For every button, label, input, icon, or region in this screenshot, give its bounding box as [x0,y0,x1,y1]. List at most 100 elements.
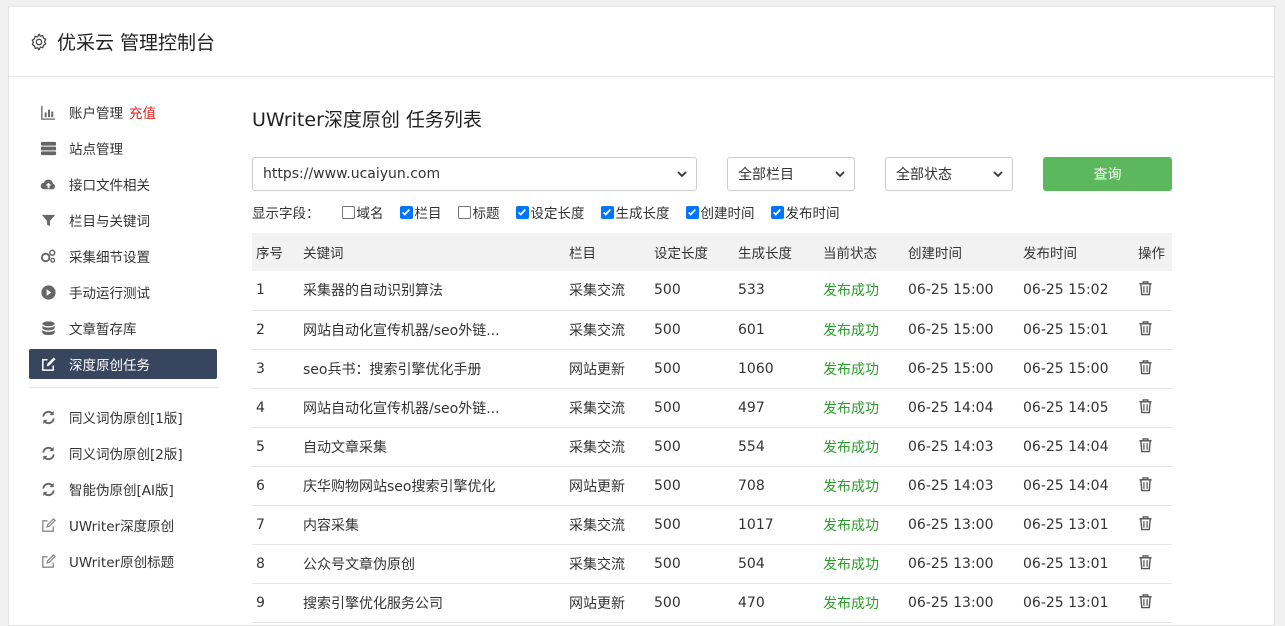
table-cell: 06-25 14:04 [904,388,1019,428]
sidebar-item-main-5[interactable]: 手动运行测试 [29,277,217,307]
table-cell: 9 [252,583,299,623]
field-checkbox-label: 创建时间 [700,206,755,222]
table-cell: 500 [650,505,734,545]
sidebar-item-tools-2[interactable]: 智能伪原创[AI版] [29,474,217,504]
chevron-down-icon [676,168,688,180]
table-row: 2 网站自动化宣传机器/seo外链... 采集交流 500 601 发布成功 06-25 1… [252,310,1172,350]
table-row: 9 搜索引擎优化服务公司 网站更新 500 470 发布成功 06-25 13:00 06-2… [252,583,1172,623]
table-cell: 发布成功 [819,427,904,467]
sidebar-item-main-2[interactable]: 接口文件相关 [29,169,217,199]
sidebar-item-main-7[interactable]: 深度原创任务 [29,349,217,379]
table-cell: 06-25 14:05 [1019,388,1134,428]
trash-icon[interactable] [1138,359,1154,376]
trash-icon[interactable] [1138,476,1154,493]
action-cell [1134,310,1172,350]
recharge-link[interactable]: 充值 [129,102,156,122]
table-cell: 500 [650,544,734,584]
table-cell: 5 [252,427,299,467]
table-cell: 1 [252,271,299,311]
checkbox-unchecked-icon[interactable] [457,205,471,219]
table-cell: 庆华购物网站seo搜索引擎优化 [299,466,565,506]
page-header-title: 优采云 管理控制台 [57,32,216,54]
field-checkbox-label: 域名 [356,206,384,222]
status-select[interactable]: 全部状态 [885,157,1013,191]
sidebar-item-tools-0[interactable]: 同义词伪原创[1版] [29,402,217,432]
sidebar-divider [29,387,219,388]
sidebar-item-tools-1[interactable]: 同义词伪原创[2版] [29,438,217,468]
table-cell: 6 [252,466,299,506]
table-cell: 500 [650,388,734,428]
table-cell: 06-25 13:00 [904,544,1019,584]
trash-icon[interactable] [1138,280,1154,297]
sidebar-item-tools-3[interactable]: UWriter深度原创 [29,510,217,540]
table-cell: 06-25 13:01 [1019,583,1134,623]
sidebar-item-label: 同义词伪原创[1版] [69,411,183,427]
table-cell: 发布成功 [819,271,904,311]
trash-icon[interactable] [1138,593,1154,610]
table-row: 3 seo兵书：搜索引擎优化手册 网站更新 500 1060 发布成功 06-25 15:0… [252,349,1172,389]
field-checkbox-5[interactable]: 创建时间 [685,202,755,222]
sidebar-item-label: 站点管理 [69,142,123,158]
column-select[interactable]: 全部栏目 [727,157,855,191]
table-row: 1 采集器的自动识别算法 采集交流 500 533 发布成功 06-25 15:00 06-2… [252,271,1172,311]
table-cell: 504 [734,544,819,584]
table-cell: 06-25 14:03 [904,466,1019,506]
sidebar-item-main-1[interactable]: 站点管理 [29,133,217,163]
cloud-upload-icon [39,175,57,193]
trash-icon[interactable] [1138,437,1154,454]
sidebar-item-main-4[interactable]: 采集细节设置 [29,241,217,271]
trash-icon[interactable] [1138,554,1154,571]
table-cell: 8 [252,544,299,584]
table-cell: 采集交流 [565,271,650,311]
field-checkbox-label: 栏目 [414,206,442,222]
table-cell: 470 [734,583,819,623]
trash-icon[interactable] [1138,320,1154,337]
field-checkbox-1[interactable]: 栏目 [399,202,442,222]
checkbox-checked-icon[interactable] [515,205,529,219]
sidebar-item-label: 采集细节设置 [69,250,150,266]
table-row: 6 庆华购物网站seo搜索引擎优化 网站更新 500 708 发布成功 06-25 14:0… [252,466,1172,506]
sidebar-item-label: 手动运行测试 [69,286,150,302]
table-cell: 自动文章采集 [299,427,565,467]
table-cell: 06-25 15:00 [904,349,1019,389]
trash-icon[interactable] [1138,398,1154,415]
chevron-down-icon [834,168,846,180]
trash-icon[interactable] [1138,515,1154,532]
table-header-row: 序号 关键词 栏目 设定长度 生成长度 当前状态 创建时间 发布时间 操作 [252,233,1172,271]
field-checkbox-label: 设定长度 [530,206,585,222]
table-cell: 500 [650,310,734,350]
sidebar-item-label: UWriter深度原创 [69,519,175,535]
play-circle-icon [39,283,57,301]
field-checkbox-4[interactable]: 生成长度 [600,202,670,222]
column-header: 关键词 [303,246,344,262]
checkbox-unchecked-icon[interactable] [341,205,355,219]
field-checkbox-2[interactable]: 标题 [457,202,500,222]
main-content: UWriter深度原创 任务列表 https://www.ucaiyun.com… [252,105,1177,623]
refresh-icon [39,408,57,426]
column-header: 操作 [1138,246,1165,262]
checkbox-checked-icon[interactable] [399,205,413,219]
table-cell: 网站自动化宣传机器/seo外链... [299,388,565,428]
sidebar-item-main-6[interactable]: 文章暂存库 [29,313,217,343]
table-cell: 500 [650,271,734,311]
column-header: 当前状态 [823,246,877,262]
table-cell: 708 [734,466,819,506]
sidebar-item-main-3[interactable]: 栏目与关键词 [29,205,217,235]
action-cell [1134,466,1172,506]
table-cell: 发布成功 [819,310,904,350]
field-checkbox-label: 标题 [472,206,500,222]
checkbox-checked-icon[interactable] [600,205,614,219]
table-cell: 公众号文章伪原创 [299,544,565,584]
checkbox-checked-icon[interactable] [770,205,784,219]
checkbox-checked-icon[interactable] [685,205,699,219]
sidebar-item-main-0[interactable]: 账户管理 充值 [29,97,217,127]
table-cell: 06-25 15:00 [904,271,1019,311]
sidebar-item-tools-4[interactable]: UWriter原创标题 [29,546,217,576]
table-cell: 533 [734,271,819,311]
field-checkbox-0[interactable]: 域名 [341,202,384,222]
field-checkbox-3[interactable]: 设定长度 [515,202,585,222]
field-checkbox-6[interactable]: 发布时间 [770,202,840,222]
query-button[interactable]: 查询 [1043,157,1172,191]
table-cell: 06-25 15:00 [1019,349,1134,389]
site-select[interactable]: https://www.ucaiyun.com [252,157,697,191]
